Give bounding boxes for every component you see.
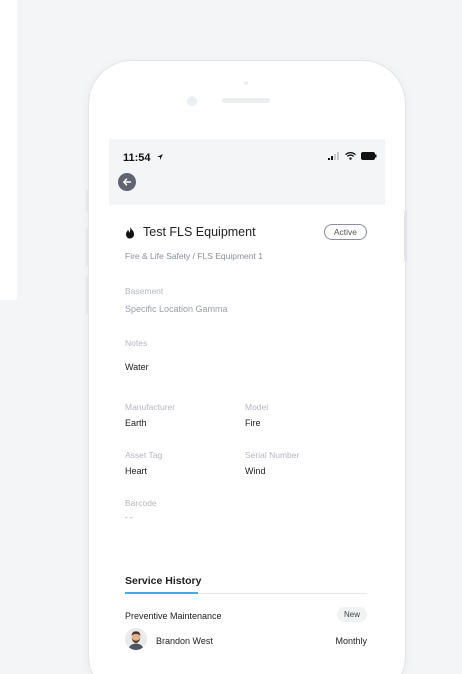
tab-service-history[interactable]: Service History [125, 575, 201, 587]
manufacturer-label: Manufacturer [125, 402, 176, 412]
flame-icon [126, 226, 134, 238]
active-tab-indicator [125, 592, 198, 594]
phone-side-button [86, 276, 89, 314]
phone-side-button [86, 190, 89, 212]
technician-name: Brandon West [156, 636, 213, 646]
status-bar: 11:54 [109, 139, 385, 167]
background-panel-lower [0, 300, 17, 674]
asset-tag-label: Asset Tag [125, 450, 163, 460]
asset-title-row: Test FLS Equipment [125, 225, 256, 239]
phone-speaker [222, 98, 270, 103]
phone-sensor [244, 81, 248, 85]
avatar [125, 628, 147, 650]
serial-number-value: Wind [245, 466, 266, 476]
barcode-value: - - [125, 513, 133, 522]
phone-screen: 11:54 Test FLS Equipment Active Fire & L… [109, 139, 385, 674]
battery-icon [361, 152, 377, 160]
asset-tag-value: Heart [125, 466, 148, 476]
wifi-icon [345, 152, 356, 160]
notes-value: Water [125, 362, 149, 372]
notes-label: Notes [125, 338, 148, 348]
location-arrow-icon [156, 154, 163, 160]
status-time-text: 11:54 [123, 152, 151, 164]
barcode-label: Barcode [125, 498, 157, 508]
location-label: Basement [125, 286, 164, 296]
technician-avatar-icon [125, 628, 147, 650]
service-frequency: Monthly [335, 636, 367, 646]
asset-category-breadcrumb: Fire & Life Safety / FLS Equipment 1 [125, 251, 263, 261]
model-value: Fire [245, 418, 261, 428]
serial-number-label: Serial Number [245, 450, 300, 460]
service-item-type[interactable]: Preventive Maintenance [125, 611, 222, 621]
signal-icon [328, 152, 339, 160]
phone-side-button [404, 210, 407, 262]
phone-side-button [86, 228, 89, 266]
asset-title: Test FLS Equipment [143, 225, 256, 239]
asset-detail-card: Test FLS Equipment Active Fire & Life Sa… [109, 205, 385, 674]
new-badge: New [336, 607, 367, 622]
status-time: 11:54 [123, 152, 164, 164]
status-icons [328, 152, 377, 160]
manufacturer-value: Earth [125, 418, 147, 428]
location-value: Specific Location Gamma [125, 304, 228, 314]
status-badge: Active [323, 224, 367, 240]
back-button[interactable] [118, 173, 136, 191]
arrow-left-icon [123, 178, 132, 186]
phone-camera [187, 96, 197, 106]
model-label: Model [245, 402, 269, 412]
